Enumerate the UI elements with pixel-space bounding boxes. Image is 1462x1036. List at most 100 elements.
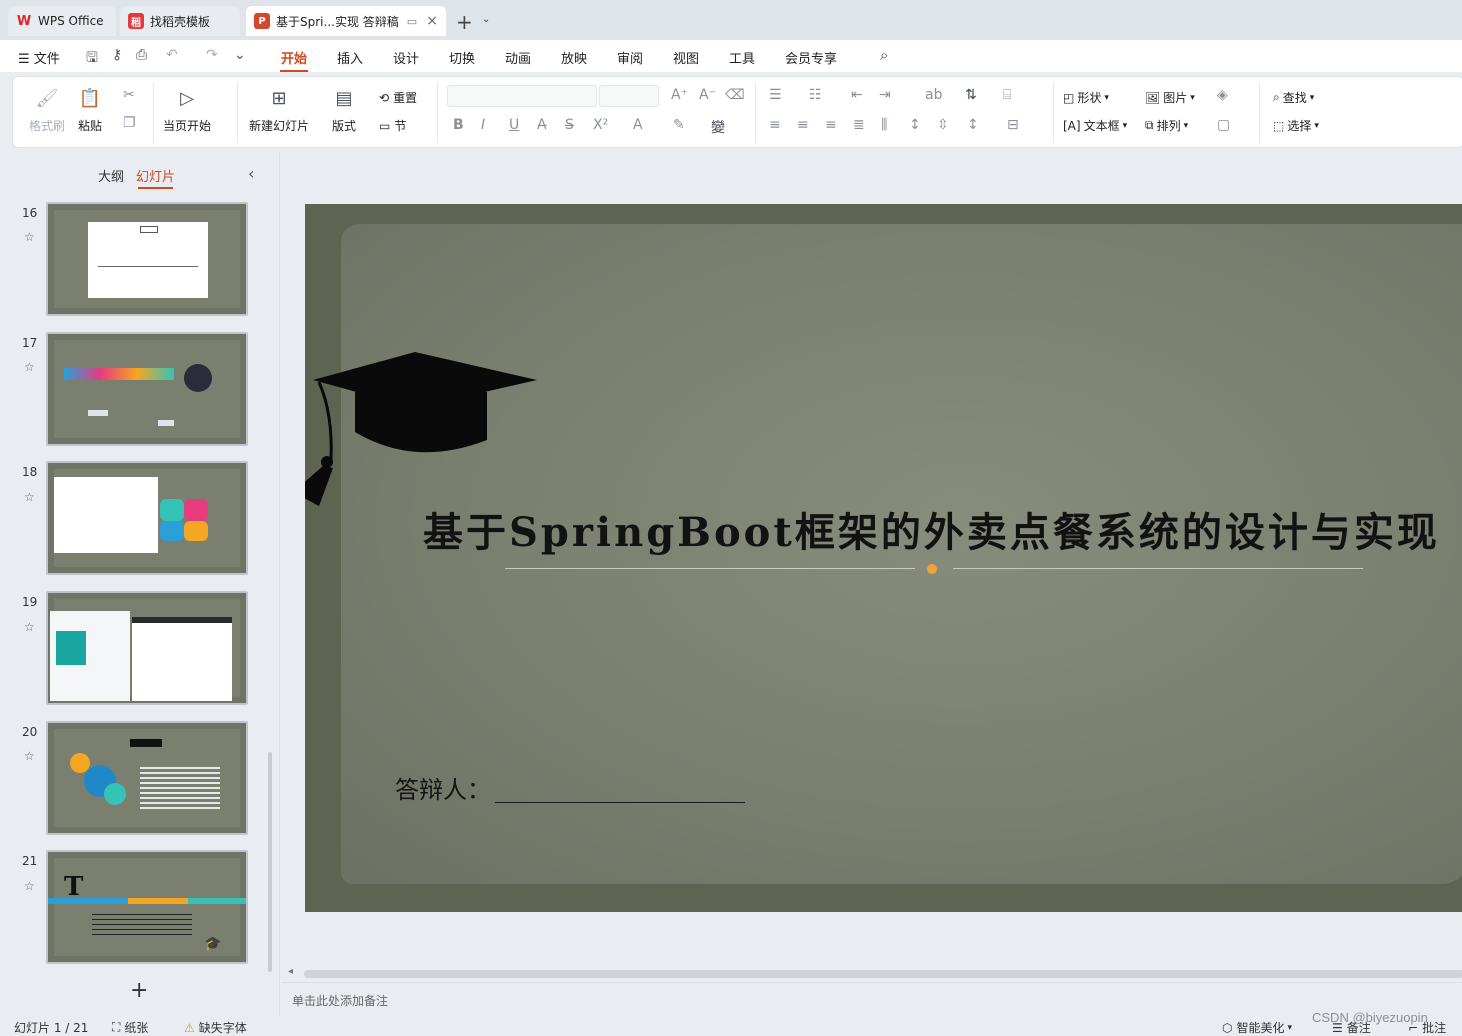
cut-icon[interactable]: ✂ <box>123 87 135 103</box>
menu-slideshow[interactable]: 放映 <box>561 48 587 67</box>
increase-font-icon[interactable]: A⁺ <box>671 87 688 103</box>
chevron-down-icon[interactable]: ⌄ <box>482 14 490 25</box>
font-family-select[interactable] <box>447 85 597 107</box>
tab-outline[interactable]: 大纲 <box>98 166 124 185</box>
tab-wps-office[interactable]: W WPS Office <box>8 6 116 36</box>
fill-icon[interactable]: ◈ <box>1217 87 1228 103</box>
slide-thumbnail-21[interactable]: T 🎓 <box>46 850 248 964</box>
textbox-button[interactable]: [A] 文本框 ▾ <box>1063 117 1127 134</box>
find-button[interactable]: ⌕ 查找 ▾ <box>1273 89 1314 106</box>
numbered-list-icon[interactable]: ☷ <box>809 87 822 103</box>
superscript-icon[interactable]: X² <box>593 117 608 133</box>
decrease-indent-icon[interactable]: ⇤ <box>851 87 863 103</box>
save-icon[interactable]: 🖫 <box>86 47 98 71</box>
font-size-select[interactable] <box>599 85 659 107</box>
vertical-align-icon[interactable]: ⊟ <box>1007 117 1019 133</box>
star-icon[interactable]: ☆ <box>24 230 35 244</box>
tab-slides[interactable]: 幻灯片 <box>136 166 175 189</box>
layout-button[interactable]: ▤ 版式 <box>331 85 357 134</box>
smart-beautify-button[interactable]: ⬡ 智能美化 ▾ <box>1222 1019 1292 1036</box>
search-icon[interactable]: ⌕ <box>880 46 888 64</box>
reset-button[interactable]: ⟲ 重置 <box>379 89 417 106</box>
undo-icon[interactable]: ↶ <box>166 47 178 63</box>
star-icon[interactable]: ☆ <box>24 490 35 504</box>
arrange-button[interactable]: ⧉ 排列 ▾ <box>1145 117 1188 134</box>
menu-transition[interactable]: 切换 <box>449 48 475 67</box>
slide-thumbnail-20[interactable] <box>46 721 248 835</box>
slide-thumbnail-19[interactable] <box>46 591 248 705</box>
panel-scrollbar[interactable] <box>268 752 272 972</box>
justify-icon[interactable]: ≣ <box>853 117 865 133</box>
font-color-icon[interactable]: A <box>633 117 643 133</box>
tab-document[interactable]: P 基于Spri...实现 答辩稿 ▭ × <box>246 6 446 36</box>
menu-member[interactable]: 会员专享 <box>785 48 837 67</box>
paper-button[interactable]: ⛶ 纸张 <box>112 1019 148 1036</box>
menu-tools[interactable]: 工具 <box>729 48 755 67</box>
redo-icon[interactable]: ↷ <box>206 47 218 63</box>
slide-number: 16 <box>22 206 38 220</box>
select-button[interactable]: ⬚ 选择 ▾ <box>1273 117 1319 134</box>
new-slide-button[interactable]: ⊞ 新建幻灯片 <box>249 85 309 134</box>
slide-title[interactable]: 基于SpringBoot框架的外卖点餐系统的设计与实现 <box>423 500 1440 558</box>
text-fit-icon[interactable]: ⌸ <box>1003 87 1011 103</box>
align-center-icon[interactable]: ≡ <box>797 117 809 133</box>
slide-thumbnail-18[interactable] <box>46 461 248 575</box>
defense-presenter-label[interactable]: 答辩人： <box>395 770 491 805</box>
shadow-icon[interactable]: S̶ <box>565 117 574 133</box>
new-tab-plus-icon[interactable]: + <box>456 10 473 34</box>
shape-button[interactable]: ◰ 形状 ▾ <box>1063 89 1109 106</box>
notes-pane[interactable]: 单击此处添加备注 <box>282 982 1462 1016</box>
paste-button[interactable]: 📋 粘贴 <box>77 85 103 134</box>
character-spacing-icon[interactable]: 變 <box>711 117 725 137</box>
highlight-icon[interactable]: ✎ <box>673 117 685 133</box>
format-painter-button[interactable]: 🖌 格式刷 <box>29 85 65 134</box>
bold-icon[interactable]: B <box>453 117 464 133</box>
increase-indent-icon[interactable]: ⇥ <box>879 87 891 103</box>
italic-icon[interactable]: I <box>481 117 485 133</box>
star-icon[interactable]: ☆ <box>24 879 35 893</box>
decrease-font-icon[interactable]: A⁻ <box>699 87 716 103</box>
menu-home[interactable]: 开始 <box>281 48 307 67</box>
strikethrough-icon[interactable]: A̶ <box>537 117 547 133</box>
menu-insert[interactable]: 插入 <box>337 48 363 67</box>
menu-animation[interactable]: 动画 <box>505 48 531 67</box>
star-icon[interactable]: ☆ <box>24 620 35 634</box>
monitor-icon[interactable]: ▭ <box>407 15 417 28</box>
tab-template[interactable]: 稻 找稻壳模板 <box>120 6 240 36</box>
slide-thumbnail-17[interactable] <box>46 332 248 446</box>
file-menu[interactable]: ☰ 文件 <box>18 48 60 67</box>
add-slide-plus-icon[interactable]: + <box>130 978 148 1003</box>
align-right-icon[interactable]: ≡ <box>825 117 837 133</box>
slide-canvas: 基于SpringBoot框架的外卖点餐系统的设计与实现 答辩人： ◂ <box>282 152 1462 978</box>
menu-view[interactable]: 视图 <box>673 48 699 67</box>
picture-button[interactable]: 🖼 图片 ▾ <box>1145 89 1195 106</box>
print-preview-icon[interactable]: ⎙ <box>136 47 147 63</box>
collapse-panel-icon[interactable]: ‹ <box>248 164 254 183</box>
bullet-list-icon[interactable]: ☰ <box>769 87 782 103</box>
sort-icon[interactable]: ⇅ <box>965 87 977 103</box>
outline-icon[interactable]: ▢ <box>1217 117 1230 133</box>
menu-review[interactable]: 审阅 <box>617 48 643 67</box>
close-icon[interactable]: × <box>426 13 438 29</box>
line-spacing-icon[interactable]: ↕ <box>909 117 921 133</box>
clear-format-icon[interactable]: ⌫ <box>725 87 745 103</box>
current-slide[interactable]: 基于SpringBoot框架的外卖点餐系统的设计与实现 答辩人： <box>305 204 1462 912</box>
horizontal-scrollbar[interactable] <box>304 970 1462 978</box>
star-icon[interactable]: ☆ <box>24 360 35 374</box>
star-icon[interactable]: ☆ <box>24 749 35 763</box>
distribute-icon[interactable]: ⫼ <box>881 117 887 133</box>
start-from-current-button[interactable]: ▷ 当页开始 <box>163 85 211 134</box>
missing-fonts-button[interactable]: ⚠ 缺失字体 <box>184 1019 247 1036</box>
copy-icon[interactable]: ❐ <box>123 115 136 131</box>
text-direction-icon[interactable]: ab <box>925 87 942 103</box>
section-button[interactable]: ▭ 节 <box>379 117 406 134</box>
scroll-left-arrow-icon[interactable]: ◂ <box>288 966 293 977</box>
key-icon[interactable]: ⚷ <box>112 47 122 63</box>
customize-chevron-icon[interactable]: ⌄ <box>234 47 246 63</box>
spacing-options-icon[interactable]: ↕ <box>967 117 979 133</box>
menu-design[interactable]: 设计 <box>393 48 419 67</box>
slide-thumbnail-16[interactable] <box>46 202 248 316</box>
underline-icon[interactable]: U <box>509 117 519 133</box>
paragraph-spacing-icon[interactable]: ⇳ <box>937 117 949 133</box>
align-left-icon[interactable]: ≡ <box>769 117 781 133</box>
